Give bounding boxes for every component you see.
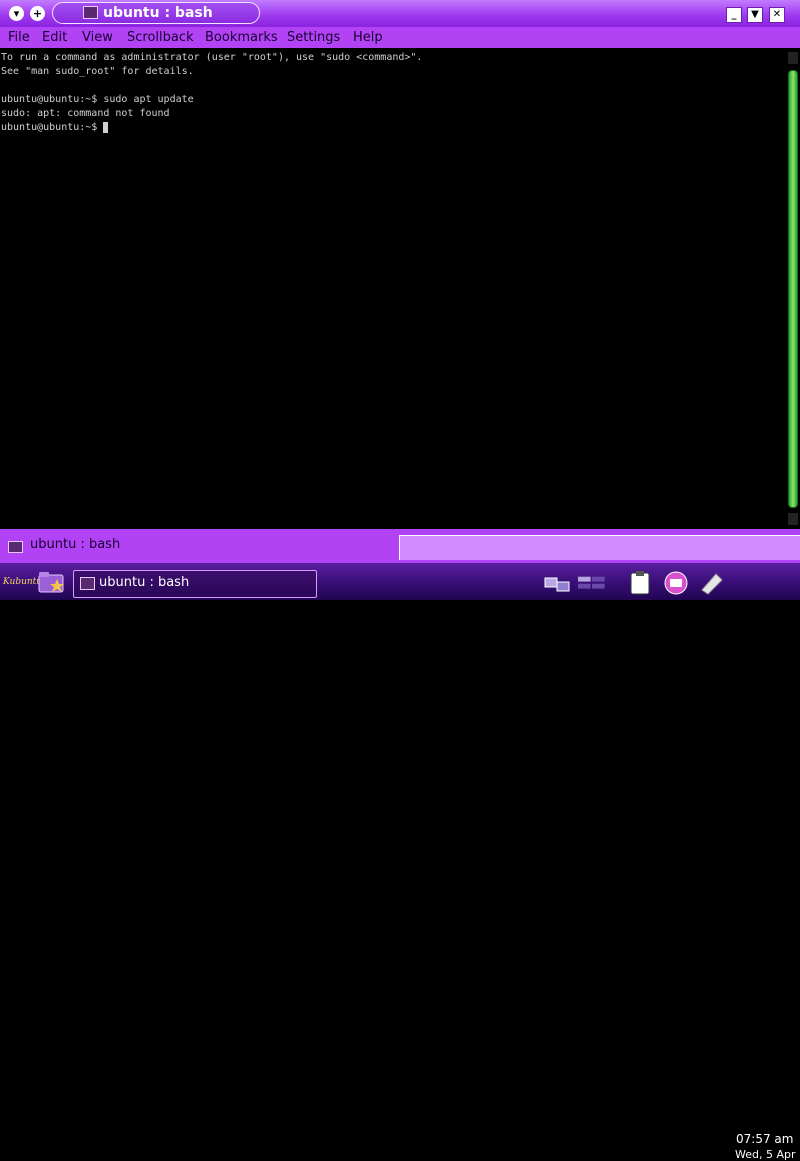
menu-view[interactable]: View bbox=[82, 28, 113, 47]
taskbar-button-terminal[interactable]: ubuntu : bash bbox=[73, 570, 317, 598]
terminal-icon bbox=[83, 6, 98, 19]
terminal-icon bbox=[80, 577, 95, 590]
clock-date[interactable]: Wed, 5 Apr bbox=[735, 1148, 800, 1161]
package-icon[interactable] bbox=[698, 570, 726, 596]
terminal-scrollbar[interactable] bbox=[786, 48, 800, 529]
sticky-icon[interactable]: + bbox=[30, 6, 45, 21]
menu-bookmarks[interactable]: Bookmarks bbox=[205, 28, 278, 47]
window-title: ubuntu : bash bbox=[103, 5, 213, 21]
maximize-button[interactable]: ▼ bbox=[747, 7, 763, 23]
home-folder-icon[interactable] bbox=[37, 569, 67, 595]
klipper-icon[interactable] bbox=[626, 570, 654, 596]
tab-bar: ubuntu : bash bbox=[0, 529, 800, 563]
minimize-button[interactable]: _ bbox=[726, 7, 742, 23]
clock-time[interactable]: 07:57 am bbox=[736, 1132, 800, 1146]
terminal-line: See "man sudo_root" for details. bbox=[1, 66, 194, 77]
text-cursor bbox=[103, 121, 109, 133]
terminal-prompt-line: ubuntu@ubuntu:~$ bbox=[1, 121, 786, 135]
terminal-output[interactable]: To run a command as administrator (user … bbox=[0, 48, 786, 529]
scroll-down-icon[interactable] bbox=[788, 513, 798, 525]
menu-edit[interactable]: Edit bbox=[42, 28, 67, 47]
tab-session[interactable]: ubuntu : bash bbox=[0, 532, 397, 560]
menu-bar: File Edit View Scrollback Bookmarks Sett… bbox=[0, 27, 800, 48]
desktop-pager-icon[interactable] bbox=[578, 570, 606, 596]
taskbar-button-label: ubuntu : bash bbox=[99, 575, 190, 590]
network-icon[interactable] bbox=[543, 570, 571, 596]
terminal-line: sudo: apt: command not found bbox=[1, 108, 170, 119]
terminal-prompt: ubuntu@ubuntu:~$ bbox=[1, 122, 104, 133]
window-titlebar[interactable]: ▾ + ubuntu : bash _ ▼ ✕ bbox=[0, 0, 800, 27]
printer-icon[interactable] bbox=[662, 570, 690, 596]
menu-settings[interactable]: Settings bbox=[287, 28, 340, 47]
terminal-line: ubuntu@ubuntu:~$ sudo apt update bbox=[1, 94, 194, 105]
window-title-pill: ubuntu : bash bbox=[52, 2, 260, 24]
terminal-line: To run a command as administrator (user … bbox=[1, 52, 423, 63]
kmenu-icon[interactable]: Kubuntu bbox=[3, 570, 42, 594]
window-menu-icon[interactable]: ▾ bbox=[9, 6, 24, 21]
scrollbar-thumb[interactable] bbox=[788, 70, 798, 508]
terminal-icon bbox=[8, 541, 23, 553]
taskbar: Kubuntu ubuntu : bash 07:57 am Wed, 5 Ap… bbox=[0, 563, 800, 1161]
menu-help[interactable]: Help bbox=[353, 28, 383, 47]
menu-scrollback[interactable]: Scrollback bbox=[127, 28, 194, 47]
close-button[interactable]: ✕ bbox=[769, 7, 785, 23]
scroll-up-icon[interactable] bbox=[788, 52, 798, 64]
tab-bar-empty-area[interactable] bbox=[399, 535, 800, 560]
tab-label: ubuntu : bash bbox=[30, 537, 121, 552]
menu-file[interactable]: File bbox=[8, 28, 30, 47]
